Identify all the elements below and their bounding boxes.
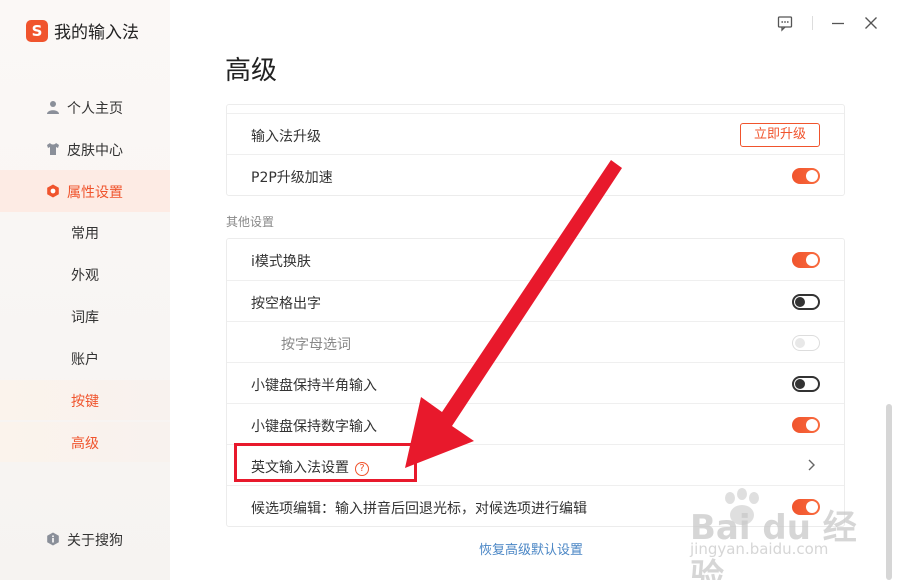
setting-label: 按空格出字	[251, 296, 321, 312]
sidebar-subitem-advanced[interactable]: 高级	[0, 422, 170, 462]
row-spacer	[227, 105, 844, 113]
app-title: 我的输入法	[54, 23, 139, 43]
numpad-digits-toggle[interactable]	[792, 417, 820, 433]
sidebar-item-about[interactable]: 关于搜狗	[0, 518, 170, 560]
sidebar-item-label: 皮肤中心	[67, 143, 123, 159]
i-mode-skin-toggle[interactable]	[792, 252, 820, 268]
close-icon[interactable]	[862, 14, 880, 32]
sidebar-subitem-label: 按键	[71, 394, 99, 410]
sidebar-item-skins[interactable]: 皮肤中心	[0, 128, 170, 170]
baidu-jingyan-watermark: Bai du 经验 jingyan.baidu.com	[690, 478, 890, 580]
sidebar-subitem-label: 常用	[71, 226, 99, 242]
sidebar-subitem-label: 高级	[71, 436, 99, 452]
setting-label: 输入法升级	[251, 129, 321, 145]
sidebar-subitem-account[interactable]: 账户	[0, 338, 170, 378]
letter-select-toggle[interactable]	[792, 335, 820, 351]
sidebar-item-label: 属性设置	[67, 185, 123, 201]
setting-label: 候选项编辑：输入拼音后回退光标，对候选项进行编辑	[251, 501, 587, 517]
section-label-other: 其他设置	[226, 215, 275, 229]
numpad-halfwidth-toggle[interactable]	[792, 376, 820, 392]
tshirt-icon	[47, 143, 59, 155]
sidebar: S 我的输入法 个人主页 皮肤中心 属性设置 常用 外观 词库 账户 按键 高级…	[0, 0, 170, 580]
sidebar-subitem-label: 词库	[71, 310, 99, 326]
sidebar-item-label: 个人主页	[67, 101, 123, 117]
upgrade-now-button[interactable]: 立即升级	[740, 123, 820, 147]
setting-label: 小键盘保持半角输入	[251, 378, 377, 394]
setting-label: 按字母选词	[281, 337, 351, 353]
restore-defaults-link[interactable]: 恢复高级默认设置	[479, 539, 583, 558]
window-controls-divider	[812, 16, 813, 30]
sogou-logo-icon: S	[26, 19, 48, 42]
setting-label: P2P升级加速	[251, 170, 333, 186]
sidebar-item-profile[interactable]: 个人主页	[0, 86, 170, 128]
upgrade-settings-card: 输入法升级 立即升级 P2P升级加速	[226, 104, 845, 196]
feedback-icon[interactable]	[776, 14, 794, 32]
sidebar-item-label: 关于搜狗	[67, 533, 123, 549]
setting-row-i-mode-skin: i模式换肤	[227, 239, 844, 280]
settings-hexagon-icon	[47, 184, 59, 198]
annotation-highlight-box	[234, 443, 417, 482]
setting-row-numpad-digits: 小键盘保持数字输入	[227, 403, 844, 444]
setting-row-numpad-halfwidth: 小键盘保持半角输入	[227, 362, 844, 403]
space-commit-toggle[interactable]	[792, 294, 820, 310]
setting-row-p2p-acceleration: P2P升级加速	[227, 154, 844, 195]
sidebar-subitem-dictionary[interactable]: 词库	[0, 296, 170, 336]
setting-row-space-commit: 按空格出字	[227, 280, 844, 321]
sidebar-subitem-label: 账户	[71, 352, 99, 368]
user-icon	[47, 101, 59, 114]
brand: S 我的输入法	[26, 18, 139, 43]
setting-label: i模式换肤	[251, 254, 311, 270]
watermark-url: jingyan.baidu.com	[690, 540, 829, 558]
sidebar-item-properties[interactable]: 属性设置	[0, 170, 170, 212]
sidebar-subitem-common[interactable]: 常用	[0, 212, 170, 252]
p2p-acceleration-toggle[interactable]	[792, 168, 820, 184]
page-title: 高级	[225, 56, 278, 86]
chevron-right-icon[interactable]	[804, 458, 818, 472]
sidebar-subitem-keys[interactable]: 按键	[0, 380, 170, 420]
minimize-icon[interactable]	[829, 14, 847, 32]
setting-row-ime-upgrade: 输入法升级 立即升级	[227, 113, 844, 154]
setting-row-letter-select: 按字母选词	[227, 321, 844, 362]
setting-label: 小键盘保持数字输入	[251, 419, 377, 435]
info-shield-icon	[47, 532, 59, 546]
sidebar-subitem-label: 外观	[71, 268, 99, 284]
sidebar-subitem-appearance[interactable]: 外观	[0, 254, 170, 294]
